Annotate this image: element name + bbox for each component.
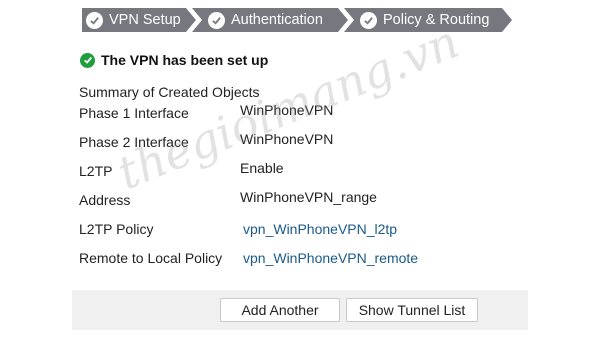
label-address: Address <box>79 192 131 208</box>
value-phase1-interface: WinPhoneVPN <box>240 102 334 118</box>
label-l2tp-policy: L2TP Policy <box>79 221 154 237</box>
value-address: WinPhoneVPN_range <box>240 189 377 205</box>
link-l2tp-policy[interactable]: vpn_WinPhoneVPN_l2tp <box>243 221 397 237</box>
add-another-button[interactable]: Add Another <box>220 298 340 322</box>
label-remote-to-local-policy: Remote to Local Policy <box>79 250 223 266</box>
show-tunnel-list-button[interactable]: Show Tunnel List <box>346 298 478 322</box>
action-bar: Add Another Show Tunnel List <box>72 290 528 330</box>
status-title: The VPN has been set up <box>101 52 269 68</box>
link-remote-to-local-policy[interactable]: vpn_WinPhoneVPN_remote <box>243 250 418 266</box>
step-authentication[interactable]: Authentication <box>192 8 348 32</box>
check-icon <box>360 11 377 29</box>
label-phase2-interface: Phase 2 Interface <box>79 134 189 150</box>
vpn-wizard-result: VPN Setup Authentication Policy & Routin… <box>0 0 600 338</box>
step-policy-routing[interactable]: Policy & Routing <box>344 8 512 32</box>
label-phase1-interface: Phase 1 Interface <box>79 105 189 121</box>
step-label: Authentication <box>231 12 323 28</box>
value-phase2-interface: WinPhoneVPN <box>240 131 334 147</box>
step-label: Policy & Routing <box>383 12 490 28</box>
check-circle-icon <box>80 52 95 68</box>
check-icon <box>86 11 103 29</box>
status-message: The VPN has been set up <box>80 52 268 68</box>
summary-title: Summary of Created Objects <box>79 84 260 100</box>
value-l2tp: Enable <box>240 160 284 176</box>
label-l2tp: L2TP <box>79 163 113 179</box>
step-vpn-setup[interactable]: VPN Setup <box>82 8 196 32</box>
step-label: VPN Setup <box>109 12 181 28</box>
check-icon <box>208 11 225 29</box>
